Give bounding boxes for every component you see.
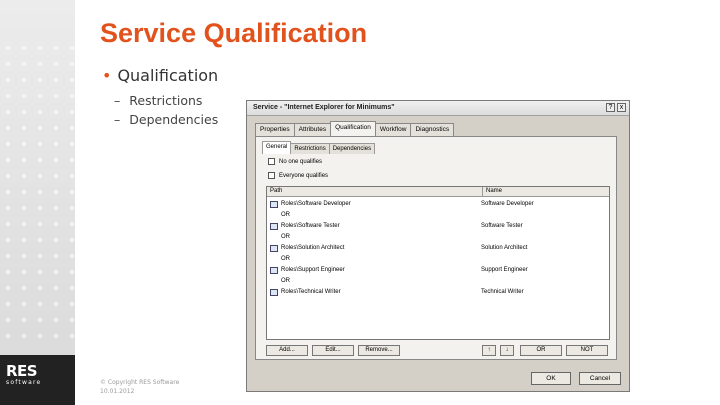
- sub-bullet-dependencies: – Dependencies: [114, 112, 218, 127]
- remove-button[interactable]: Remove...: [358, 345, 400, 356]
- dialog-title: Service - "Internet Explorer for Minimum…: [253, 104, 395, 111]
- row-path: Roles\Technical Writer: [281, 289, 341, 295]
- or-separator: OR: [281, 278, 290, 284]
- checkbox-label: Everyone qualifies: [279, 172, 329, 179]
- dash-icon: –: [114, 112, 121, 127]
- tab-workflow[interactable]: Workflow: [374, 123, 412, 136]
- sidebar-band: RES software: [0, 0, 75, 405]
- row-name: Technical Writer: [481, 289, 524, 295]
- list-item[interactable]: Roles\Solution Architect Solution Archit…: [269, 243, 607, 254]
- qualification-list[interactable]: Path Name Roles\Software Developer Softw…: [266, 186, 610, 340]
- slide-title: Service Qualification: [100, 18, 368, 48]
- role-icon: [270, 201, 278, 208]
- dash-icon: –: [114, 93, 121, 108]
- logo-name: RES: [6, 362, 38, 380]
- service-dialog: Service - "Internet Explorer for Minimum…: [246, 100, 630, 392]
- tab-qualification[interactable]: Qualification: [330, 121, 376, 136]
- sub-bullet-text: Dependencies: [129, 112, 219, 127]
- sub-bullet-text: Restrictions: [129, 93, 203, 108]
- list-item-or: OR: [269, 276, 607, 287]
- row-name: Software Tester: [481, 223, 523, 229]
- qualification-panel: General Restrictions Dependencies No one…: [255, 136, 617, 360]
- role-icon: [270, 289, 278, 296]
- footer: © Copyright RES Software 10.01.2012: [100, 378, 179, 396]
- role-icon: [270, 245, 278, 252]
- column-path[interactable]: Path: [267, 187, 483, 196]
- tab-diagnostics[interactable]: Diagnostics: [410, 123, 455, 136]
- subtab-dependencies[interactable]: Dependencies: [328, 143, 376, 154]
- sub-bullet-restrictions: – Restrictions: [114, 93, 202, 108]
- bullet-text: Qualification: [117, 66, 219, 85]
- checkbox-box[interactable]: [268, 158, 275, 165]
- row-path: Roles\Solution Architect: [281, 245, 345, 251]
- res-logo: RES software: [6, 364, 48, 394]
- row-path: Roles\Software Tester: [281, 223, 340, 229]
- move-up-button[interactable]: ↑: [482, 345, 496, 356]
- list-item[interactable]: Roles\Technical Writer Technical Writer: [269, 287, 607, 298]
- row-name: Support Engineer: [481, 267, 528, 273]
- subtab-restrictions[interactable]: Restrictions: [290, 143, 330, 154]
- bullet-qualification: • Qualification: [102, 66, 218, 85]
- or-separator: OR: [281, 234, 290, 240]
- logo-area: RES software: [0, 355, 75, 405]
- checkbox-box[interactable]: [268, 172, 275, 179]
- row-path: Roles\Support Engineer: [281, 267, 345, 273]
- tab-properties[interactable]: Properties: [255, 123, 295, 136]
- or-button[interactable]: OR: [520, 345, 562, 356]
- checkbox-label: No one qualifies: [279, 158, 323, 165]
- qualification-subtabs: General Restrictions Dependencies: [262, 141, 376, 154]
- row-path: Roles\Software Developer: [281, 201, 351, 207]
- logo-tagline: software: [6, 379, 42, 386]
- row-name: Software Developer: [481, 201, 534, 207]
- subtab-general[interactable]: General: [262, 141, 292, 154]
- everyone-qualifies-checkbox[interactable]: Everyone qualifies: [268, 172, 328, 179]
- or-separator: OR: [281, 212, 290, 218]
- role-icon: [270, 223, 278, 230]
- list-header: Path Name: [267, 187, 609, 197]
- or-separator: OR: [281, 256, 290, 262]
- dialog-titlebar[interactable]: Service - "Internet Explorer for Minimum…: [247, 101, 629, 116]
- decorative-pattern: [0, 40, 75, 340]
- edit-button[interactable]: Edit...: [312, 345, 354, 356]
- list-item[interactable]: Roles\Software Tester Software Tester: [269, 221, 607, 232]
- not-button[interactable]: NOT: [566, 345, 608, 356]
- role-icon: [270, 267, 278, 274]
- add-button[interactable]: Add...: [266, 345, 308, 356]
- list-item-or: OR: [269, 232, 607, 243]
- dialog-tabs: Properties Attributes Qualification Work…: [255, 121, 455, 136]
- bullet-dot-icon: •: [102, 66, 112, 85]
- list-item[interactable]: Roles\Support Engineer Support Engineer: [269, 265, 607, 276]
- cancel-button[interactable]: Cancel: [579, 372, 621, 385]
- footer-date: 10.01.2012: [100, 388, 135, 395]
- ok-button[interactable]: OK: [531, 372, 571, 385]
- move-down-button[interactable]: ↓: [500, 345, 514, 356]
- list-item[interactable]: Roles\Software Developer Software Develo…: [269, 199, 607, 210]
- list-item-or: OR: [269, 210, 607, 221]
- column-name[interactable]: Name: [483, 187, 609, 196]
- row-name: Solution Architect: [481, 245, 528, 251]
- list-item-or: OR: [269, 254, 607, 265]
- help-button[interactable]: ?: [606, 103, 615, 112]
- footer-copyright: © Copyright RES Software: [100, 379, 180, 386]
- tab-attributes[interactable]: Attributes: [293, 123, 332, 136]
- no-one-qualifies-checkbox[interactable]: No one qualifies: [268, 158, 322, 165]
- close-button[interactable]: x: [617, 103, 626, 112]
